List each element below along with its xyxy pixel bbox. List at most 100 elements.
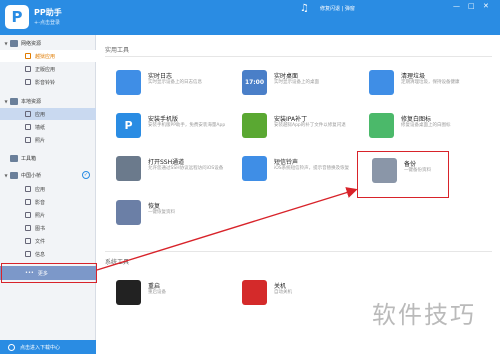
section-title-system: 系统工具 — [105, 259, 130, 266]
tool-description: 一键恢复资料 — [148, 210, 175, 215]
tool-name: 短信铃声 — [274, 159, 299, 166]
tool-broom[interactable]: 清理垃圾 定期清理垃圾，保持设备健康 — [369, 70, 497, 102]
sidebar-item-label: 正版应用 — [35, 66, 56, 73]
sidebar-item-label: 照片 — [35, 212, 46, 219]
sidebar-item-genuine[interactable]: 正版应用 — [0, 63, 96, 75]
book-icon — [25, 225, 31, 231]
desktop-icon: 17:00 — [242, 70, 267, 95]
watermark: 软件技巧 — [372, 301, 476, 329]
toolbox-icon — [10, 154, 18, 162]
sidebar-item-local-apps[interactable]: 应用 — [0, 108, 96, 120]
file-icon — [25, 238, 31, 244]
sidebar-item-label: 墙纸 — [35, 124, 46, 131]
sidebar-item-device-apps[interactable]: 应用 — [0, 183, 96, 195]
sidebar-item-label: 越狱应用 — [35, 53, 56, 60]
tool-name: 安装IPA补丁 — [274, 116, 308, 123]
tool-ringtone[interactable]: 短信铃声 iOS系统短信铃声，提示音替换及恢复 — [242, 156, 370, 188]
backup-highlight-box — [357, 151, 449, 198]
section-divider — [105, 251, 492, 252]
download-center-label: 点击进入下载中心 — [20, 344, 61, 351]
sidebar-item-label: 应用 — [35, 186, 46, 193]
tool-desktop[interactable]: 17:00 实时桌面 实时显示设备上的桌面 — [242, 70, 370, 102]
tool-pp-mobile[interactable]: P 安装手机版 安装手机版PP助手，免费安装海量App — [116, 113, 244, 145]
tool-name: 实时桌面 — [274, 73, 299, 80]
title-bar: P PP助手 +-点击登录 ♫ 修复闪退 | 弹窗 — □ ✕ — [0, 0, 500, 35]
collapse-icon[interactable]: ▼ — [2, 41, 10, 46]
ringtone-icon — [242, 156, 267, 181]
ssh-icon — [116, 156, 141, 181]
section-title-practical: 实用工具 — [105, 47, 130, 54]
tool-restart[interactable]: 重启 重启设备 — [116, 280, 244, 312]
log-icon — [116, 70, 141, 95]
sidebar-group-local[interactable]: ▼ 本地资源 — [0, 95, 96, 107]
jailbreak-icon — [25, 53, 31, 59]
tool-bandage[interactable]: 修复白图标 修复设备桌面上的白图标 — [369, 113, 497, 145]
tool-name: 重启 — [148, 283, 161, 290]
sidebar-item-local-photos[interactable]: 照片 — [0, 134, 96, 146]
music-icon — [25, 79, 31, 85]
tool-name: 实时日志 — [148, 73, 173, 80]
sidebar-item-device-photos[interactable]: 照片 — [0, 209, 96, 221]
sidebar-item-info[interactable]: 信息 — [0, 248, 96, 260]
tool-puzzle[interactable]: 安装IPA补丁 安装越狱App的补丁文件以修复闪退 — [242, 113, 370, 145]
computer-icon — [10, 97, 18, 105]
phone-icon — [10, 171, 18, 179]
login-link[interactable]: +-点击登录 — [34, 19, 60, 26]
minimize-button[interactable]: — — [453, 2, 460, 10]
puzzle-icon — [242, 113, 267, 138]
tool-description: 安装手机版PP助手，免费安装海量App — [148, 123, 226, 128]
tool-power[interactable]: 关机 自动关机 — [242, 280, 370, 312]
apps-grid-icon — [25, 186, 31, 192]
sidebar-item-books[interactable]: 图书 — [0, 222, 96, 234]
tool-description: iOS系统短信铃声，提示音替换及恢复 — [274, 166, 350, 171]
tool-log[interactable]: 实时日志 实时显示设备上的日志信息 — [116, 70, 244, 102]
photo-icon — [25, 137, 31, 143]
tool-name: 打开SSH通道 — [148, 159, 185, 166]
download-center-button[interactable]: 点击进入下载中心 — [0, 340, 96, 354]
restart-icon — [116, 280, 141, 305]
sidebar-group-toolbox[interactable]: 工具箱 — [0, 152, 96, 164]
tool-description: 重启设备 — [148, 290, 166, 295]
sidebar-group-label: 中国小桥 — [21, 172, 42, 179]
more-highlight-box — [1, 263, 97, 283]
tool-name: 修复白图标 — [401, 116, 432, 123]
tool-name: 恢复 — [148, 203, 161, 210]
sidebar-item-label: 照片 — [35, 137, 46, 144]
sidebar-item-wallpapers[interactable]: 墙纸 — [0, 121, 96, 133]
sidebar-item-device-video[interactable]: 影音 — [0, 196, 96, 208]
tool-ssh[interactable]: 打开SSH通道 允许您通过SSH协议远程访问iOS设备 — [116, 156, 244, 188]
pp-mobile-icon: P — [116, 113, 141, 138]
maximize-button[interactable]: □ — [468, 2, 475, 10]
collapse-icon[interactable]: ▼ — [2, 173, 10, 178]
sidebar-group-label: 工具箱 — [21, 155, 37, 162]
bandage-icon — [369, 113, 394, 138]
sidebar-group-label: 本地资源 — [21, 98, 42, 105]
app-store-icon — [25, 66, 31, 72]
music-note-icon[interactable]: ♫ — [300, 3, 309, 14]
pp-logo-icon: P — [5, 5, 29, 29]
sidebar-item-files[interactable]: 文件 — [0, 235, 96, 247]
sidebar-item-label: 应用 — [35, 111, 46, 118]
sidebar-item-label: 文件 — [35, 238, 46, 245]
repair-crash-link[interactable]: 修复闪退 | 弹窗 — [320, 5, 355, 12]
video-icon — [25, 199, 31, 205]
close-button[interactable]: ✕ — [483, 2, 489, 10]
tool-description: 允许您通过SSH协议远程访问iOS设备 — [148, 166, 224, 171]
sidebar-item-label: 图书 — [35, 225, 46, 232]
collapse-icon[interactable]: ▼ — [2, 99, 10, 104]
sidebar-item-jailbreak[interactable]: 越狱应用 — [0, 50, 96, 62]
tool-description: 定期清理垃圾，保持设备健康 — [401, 80, 460, 85]
app-title: PP助手 — [34, 8, 62, 17]
sidebar-group-device[interactable]: ▼ 中国小桥 ✓ — [0, 169, 96, 181]
sidebar-group-label: 网络资源 — [21, 40, 42, 47]
sidebar-group-network[interactable]: ▼ 网络资源 — [0, 37, 96, 49]
tool-description: 自动关机 — [274, 290, 292, 295]
sidebar-item-ringtones[interactable]: 影音铃铃 — [0, 76, 96, 88]
tool-description: 修复设备桌面上的白图标 — [401, 123, 451, 128]
apps-grid-icon — [25, 111, 31, 117]
sidebar-item-label: 信息 — [35, 251, 46, 258]
download-icon — [8, 343, 15, 351]
sidebar-item-label: 影音铃铃 — [35, 79, 56, 86]
tool-restore[interactable]: 恢复 一键恢复资料 — [116, 200, 244, 232]
sidebar-item-label: 影音 — [35, 199, 46, 206]
